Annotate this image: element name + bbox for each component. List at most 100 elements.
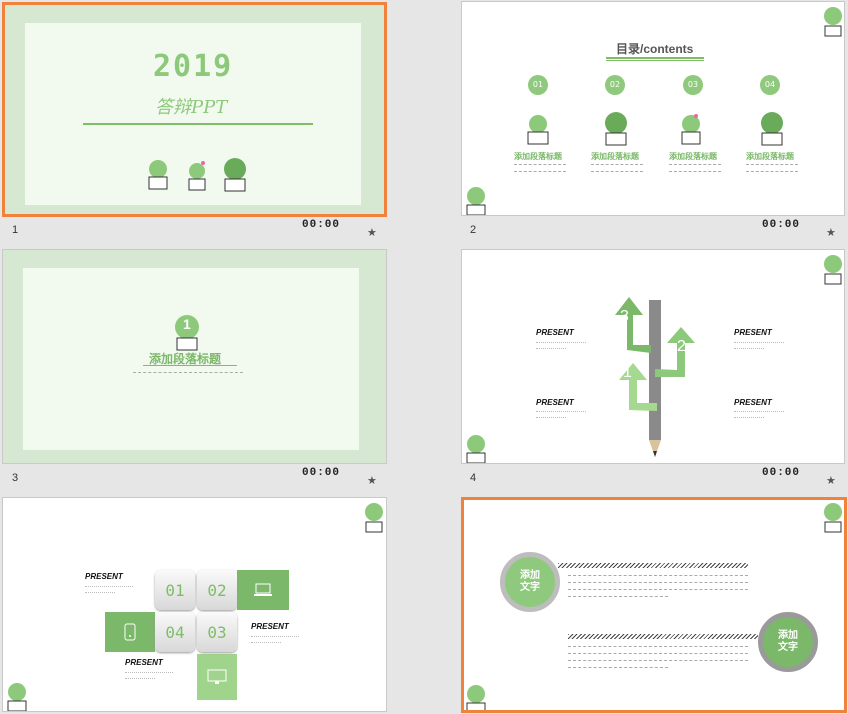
present-heading: PRESENT — [125, 658, 163, 667]
placeholder-text-line — [133, 372, 243, 374]
placeholder-text-line — [568, 596, 668, 598]
cactus-corner-icon — [365, 503, 383, 533]
feature-tile-phone — [105, 612, 155, 652]
placeholder-text-line — [568, 653, 748, 655]
present-heading: PRESENT — [251, 622, 289, 631]
cactus-pots-illustration — [527, 112, 783, 146]
placeholder-text-line — [85, 586, 133, 587]
placeholder-text-line — [536, 417, 566, 418]
placeholder-text-line — [251, 642, 281, 643]
present-heading: PRESENT — [85, 572, 123, 581]
present-heading: PRESENT — [536, 328, 574, 337]
contents-item-label: 添加段落标题 — [669, 152, 717, 161]
placeholder-text-line — [85, 592, 115, 593]
placeholder-text-line — [536, 411, 586, 412]
placeholder-text-line — [514, 164, 566, 166]
placeholder-text-line — [251, 636, 299, 637]
contents-item-label: 添加段落标题 — [746, 152, 794, 161]
title-underline — [606, 57, 704, 59]
placeholder-text-line — [568, 646, 748, 648]
arrow-number: 1 — [623, 364, 632, 381]
present-heading: PRESENT — [536, 398, 574, 407]
contents-number: 01 — [528, 75, 548, 95]
laptop-icon — [254, 583, 272, 596]
hatch-divider — [558, 563, 748, 568]
slide-thumbnail-4[interactable]: 3 2 1 PRESENT PRESENT PRESENT PRESENT — [461, 249, 845, 464]
slide-number: 1 — [12, 224, 19, 236]
placeholder-text-line — [746, 171, 798, 173]
slide-number: 3 — [12, 472, 19, 484]
placeholder-text-line — [568, 589, 748, 591]
arrow-number: 2 — [677, 338, 686, 355]
star-icon[interactable]: ★ — [367, 474, 377, 487]
placeholder-text-line — [669, 171, 721, 173]
slide-thumbnail-5[interactable]: PRESENT PRESENT PRESENT 01 02 04 03 — [2, 497, 387, 712]
placeholder-text-line — [125, 672, 173, 673]
feature-tile-monitor — [197, 654, 237, 700]
circle-label: 添加 文字 — [778, 630, 798, 653]
placeholder-text-line — [568, 667, 668, 669]
cactus-corner-icon — [466, 435, 486, 463]
placeholder-text-line — [746, 164, 798, 166]
placeholder-text-line — [591, 164, 643, 166]
section-badge-number: 1 — [183, 316, 191, 332]
cactus-corner-icon — [824, 255, 842, 285]
slide-timing: 00:00 — [302, 467, 341, 479]
hatch-divider — [568, 634, 758, 639]
cactus-corner-icon — [824, 7, 842, 37]
placeholder-text-line — [568, 575, 748, 577]
contents-number: 02 — [605, 75, 625, 95]
cactus-corner-icon — [7, 683, 27, 711]
present-heading: PRESENT — [734, 398, 772, 407]
number-tile: 04 — [155, 612, 195, 652]
slide-timing: 00:00 — [762, 219, 801, 231]
placeholder-text-line — [734, 417, 764, 418]
placeholder-text-line — [734, 411, 784, 412]
placeholder-text-line — [125, 678, 155, 679]
placeholder-text-line — [734, 342, 784, 343]
title-underline — [83, 123, 313, 125]
slide-timing: 00:00 — [302, 219, 341, 231]
star-icon[interactable]: ★ — [826, 226, 836, 239]
slide-thumbnail-6[interactable]: 添加 文字 添加 文字 — [461, 497, 847, 713]
feature-tile-laptop — [237, 570, 289, 610]
title-underline — [606, 60, 704, 61]
contents-item-label: 添加段落标题 — [514, 152, 562, 161]
slide-thumbnail-1[interactable]: 2019 答辩PPT — [2, 2, 387, 217]
monitor-icon — [207, 669, 227, 684]
placeholder-text-line — [734, 348, 764, 349]
number-tile: 02 — [197, 570, 237, 610]
cactus-corner-icon — [466, 187, 486, 215]
slide-subtitle: 答辩PPT — [155, 97, 228, 118]
placeholder-text-line — [669, 164, 721, 166]
placeholder-text-line — [536, 348, 566, 349]
slide-timing: 00:00 — [762, 467, 801, 479]
slide-thumbnail-3[interactable]: 1 添加段落标题 — [2, 249, 387, 464]
contents-title: 目录/contents — [616, 42, 694, 56]
circle-label: 添加 文字 — [520, 570, 540, 593]
cactus-pots-illustration — [148, 158, 246, 192]
contents-number: 04 — [760, 75, 780, 95]
slide-number: 4 — [470, 472, 477, 484]
cactus-corner-icon — [824, 503, 842, 533]
slide-thumbnail-2[interactable]: 目录/contents 01 02 03 04 添加段落标题 添加段落标题 添加… — [461, 1, 845, 216]
cactus-corner-icon — [466, 685, 486, 710]
phone-icon — [124, 623, 136, 641]
number-tile: 01 — [155, 570, 195, 610]
number-tile: 03 — [197, 612, 237, 652]
star-icon[interactable]: ★ — [367, 226, 377, 239]
text-circle-right: 添加 文字 — [758, 612, 818, 672]
slide-title: 2019 — [153, 49, 234, 84]
placeholder-text-line — [536, 342, 586, 343]
contents-number: 03 — [683, 75, 703, 95]
star-icon[interactable]: ★ — [826, 474, 836, 487]
present-heading: PRESENT — [734, 328, 772, 337]
text-circle-left: 添加 文字 — [500, 552, 560, 612]
slide-number: 2 — [470, 224, 477, 236]
placeholder-text-line — [591, 171, 643, 173]
placeholder-text-line — [568, 582, 748, 584]
placeholder-text-line — [514, 171, 566, 173]
contents-item-label: 添加段落标题 — [591, 152, 639, 161]
arrow-number: 3 — [620, 308, 629, 325]
title-underline — [143, 365, 237, 366]
